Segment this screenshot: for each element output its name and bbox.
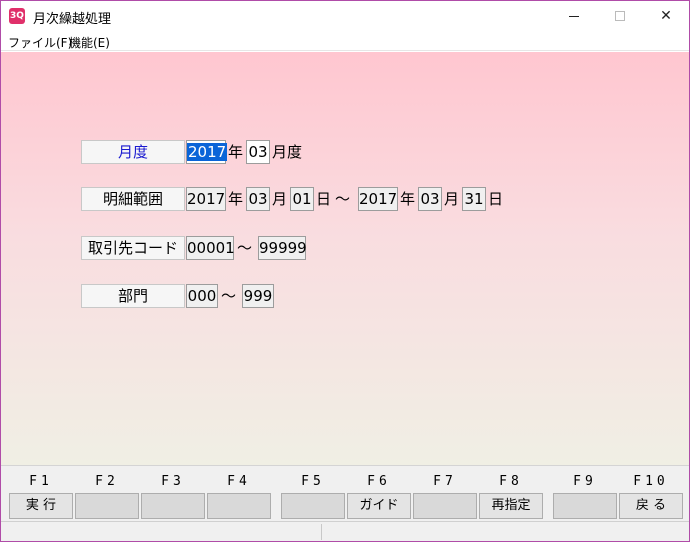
f3-button[interactable] (141, 493, 205, 519)
customer-code-to-input[interactable]: 99999 (258, 236, 307, 260)
f2-button[interactable] (75, 493, 139, 519)
fkey-label-f4: F4 (227, 474, 251, 489)
f8-respecify-button[interactable]: 再指定 (479, 493, 543, 519)
f5-button[interactable] (281, 493, 345, 519)
department-tilde: ～ (221, 287, 237, 305)
fkey-label-f1: F1 (29, 474, 53, 489)
detail-range-label: 明細範囲 (81, 187, 185, 211)
detail-to-month-input[interactable]: 03 (418, 187, 442, 211)
menu-bar: ファイル(F) 機能(E) (1, 31, 689, 51)
main-window: 3Q 月次繰越処理 ✕ ファイル(F) 機能(E) 月度 2017 年 03 月… (0, 0, 690, 542)
month-year-input[interactable]: 2017 (186, 140, 228, 164)
month-year-unit: 年 (228, 143, 244, 161)
detail-from-day-input[interactable]: 01 (290, 187, 314, 211)
customer-code-label: 取引先コード (81, 236, 185, 260)
detail-from-year-input[interactable]: 2017 (186, 187, 226, 211)
f1-execute-button[interactable]: 実 行 (9, 493, 73, 519)
fkey-label-f7: F7 (433, 474, 457, 489)
detail-to-year-input[interactable]: 2017 (358, 187, 398, 211)
month-month-input[interactable]: 03 (246, 140, 270, 164)
maximize-icon (615, 11, 625, 21)
month-label: 月度 (81, 140, 185, 164)
fkey-label-f8: F8 (499, 474, 523, 489)
customer-code-tilde: ～ (237, 239, 253, 257)
detail-from-month-input[interactable]: 03 (246, 187, 270, 211)
form-area: 月度 2017 年 03 月度 明細範囲 2017 年 03 月 01 日 ～ … (1, 52, 689, 465)
maximize-button[interactable] (597, 1, 643, 31)
f4-button[interactable] (207, 493, 271, 519)
close-button[interactable]: ✕ (643, 1, 689, 31)
fkey-label-f5: F5 (301, 474, 325, 489)
function-key-bar: F1 F2 F3 F4 F5 F6 F7 F8 F9 F10 実 行 ガイド 再… (1, 465, 689, 521)
status-divider (321, 524, 322, 540)
month-month-unit: 月度 (272, 143, 303, 161)
title-bar[interactable]: 3Q 月次繰越処理 ✕ (1, 1, 689, 31)
f10-back-button[interactable]: 戻 る (619, 493, 683, 519)
fkey-label-f10: F10 (633, 474, 669, 489)
detail-to-month-unit: 月 (444, 190, 460, 208)
minimize-icon (569, 15, 579, 17)
f7-button[interactable] (413, 493, 477, 519)
department-to-input[interactable]: 999 (242, 284, 274, 308)
detail-range-tilde: ～ (335, 190, 351, 208)
status-bar (1, 521, 689, 541)
f9-button[interactable] (553, 493, 617, 519)
fkey-label-f3: F3 (161, 474, 185, 489)
customer-code-from-input[interactable]: 00001 (186, 236, 235, 260)
detail-from-day-unit: 日 (316, 190, 332, 208)
minimize-button[interactable] (551, 1, 597, 31)
f6-guide-button[interactable]: ガイド (347, 493, 411, 519)
menu-file[interactable]: ファイル(F) (8, 34, 72, 51)
fkey-label-f2: F2 (95, 474, 119, 489)
app-icon: 3Q (9, 8, 25, 24)
window-title: 月次繰越処理 (33, 12, 112, 27)
department-label: 部門 (81, 284, 185, 308)
department-from-input[interactable]: 000 (186, 284, 218, 308)
close-icon: ✕ (660, 8, 672, 24)
detail-to-day-input[interactable]: 31 (462, 187, 486, 211)
detail-to-year-unit: 年 (400, 190, 416, 208)
menu-functions[interactable]: 機能(E) (69, 34, 110, 51)
fkey-label-f6: F6 (367, 474, 391, 489)
detail-to-day-unit: 日 (488, 190, 504, 208)
fkey-label-f9: F9 (573, 474, 597, 489)
detail-from-month-unit: 月 (272, 190, 288, 208)
detail-from-year-unit: 年 (228, 190, 244, 208)
